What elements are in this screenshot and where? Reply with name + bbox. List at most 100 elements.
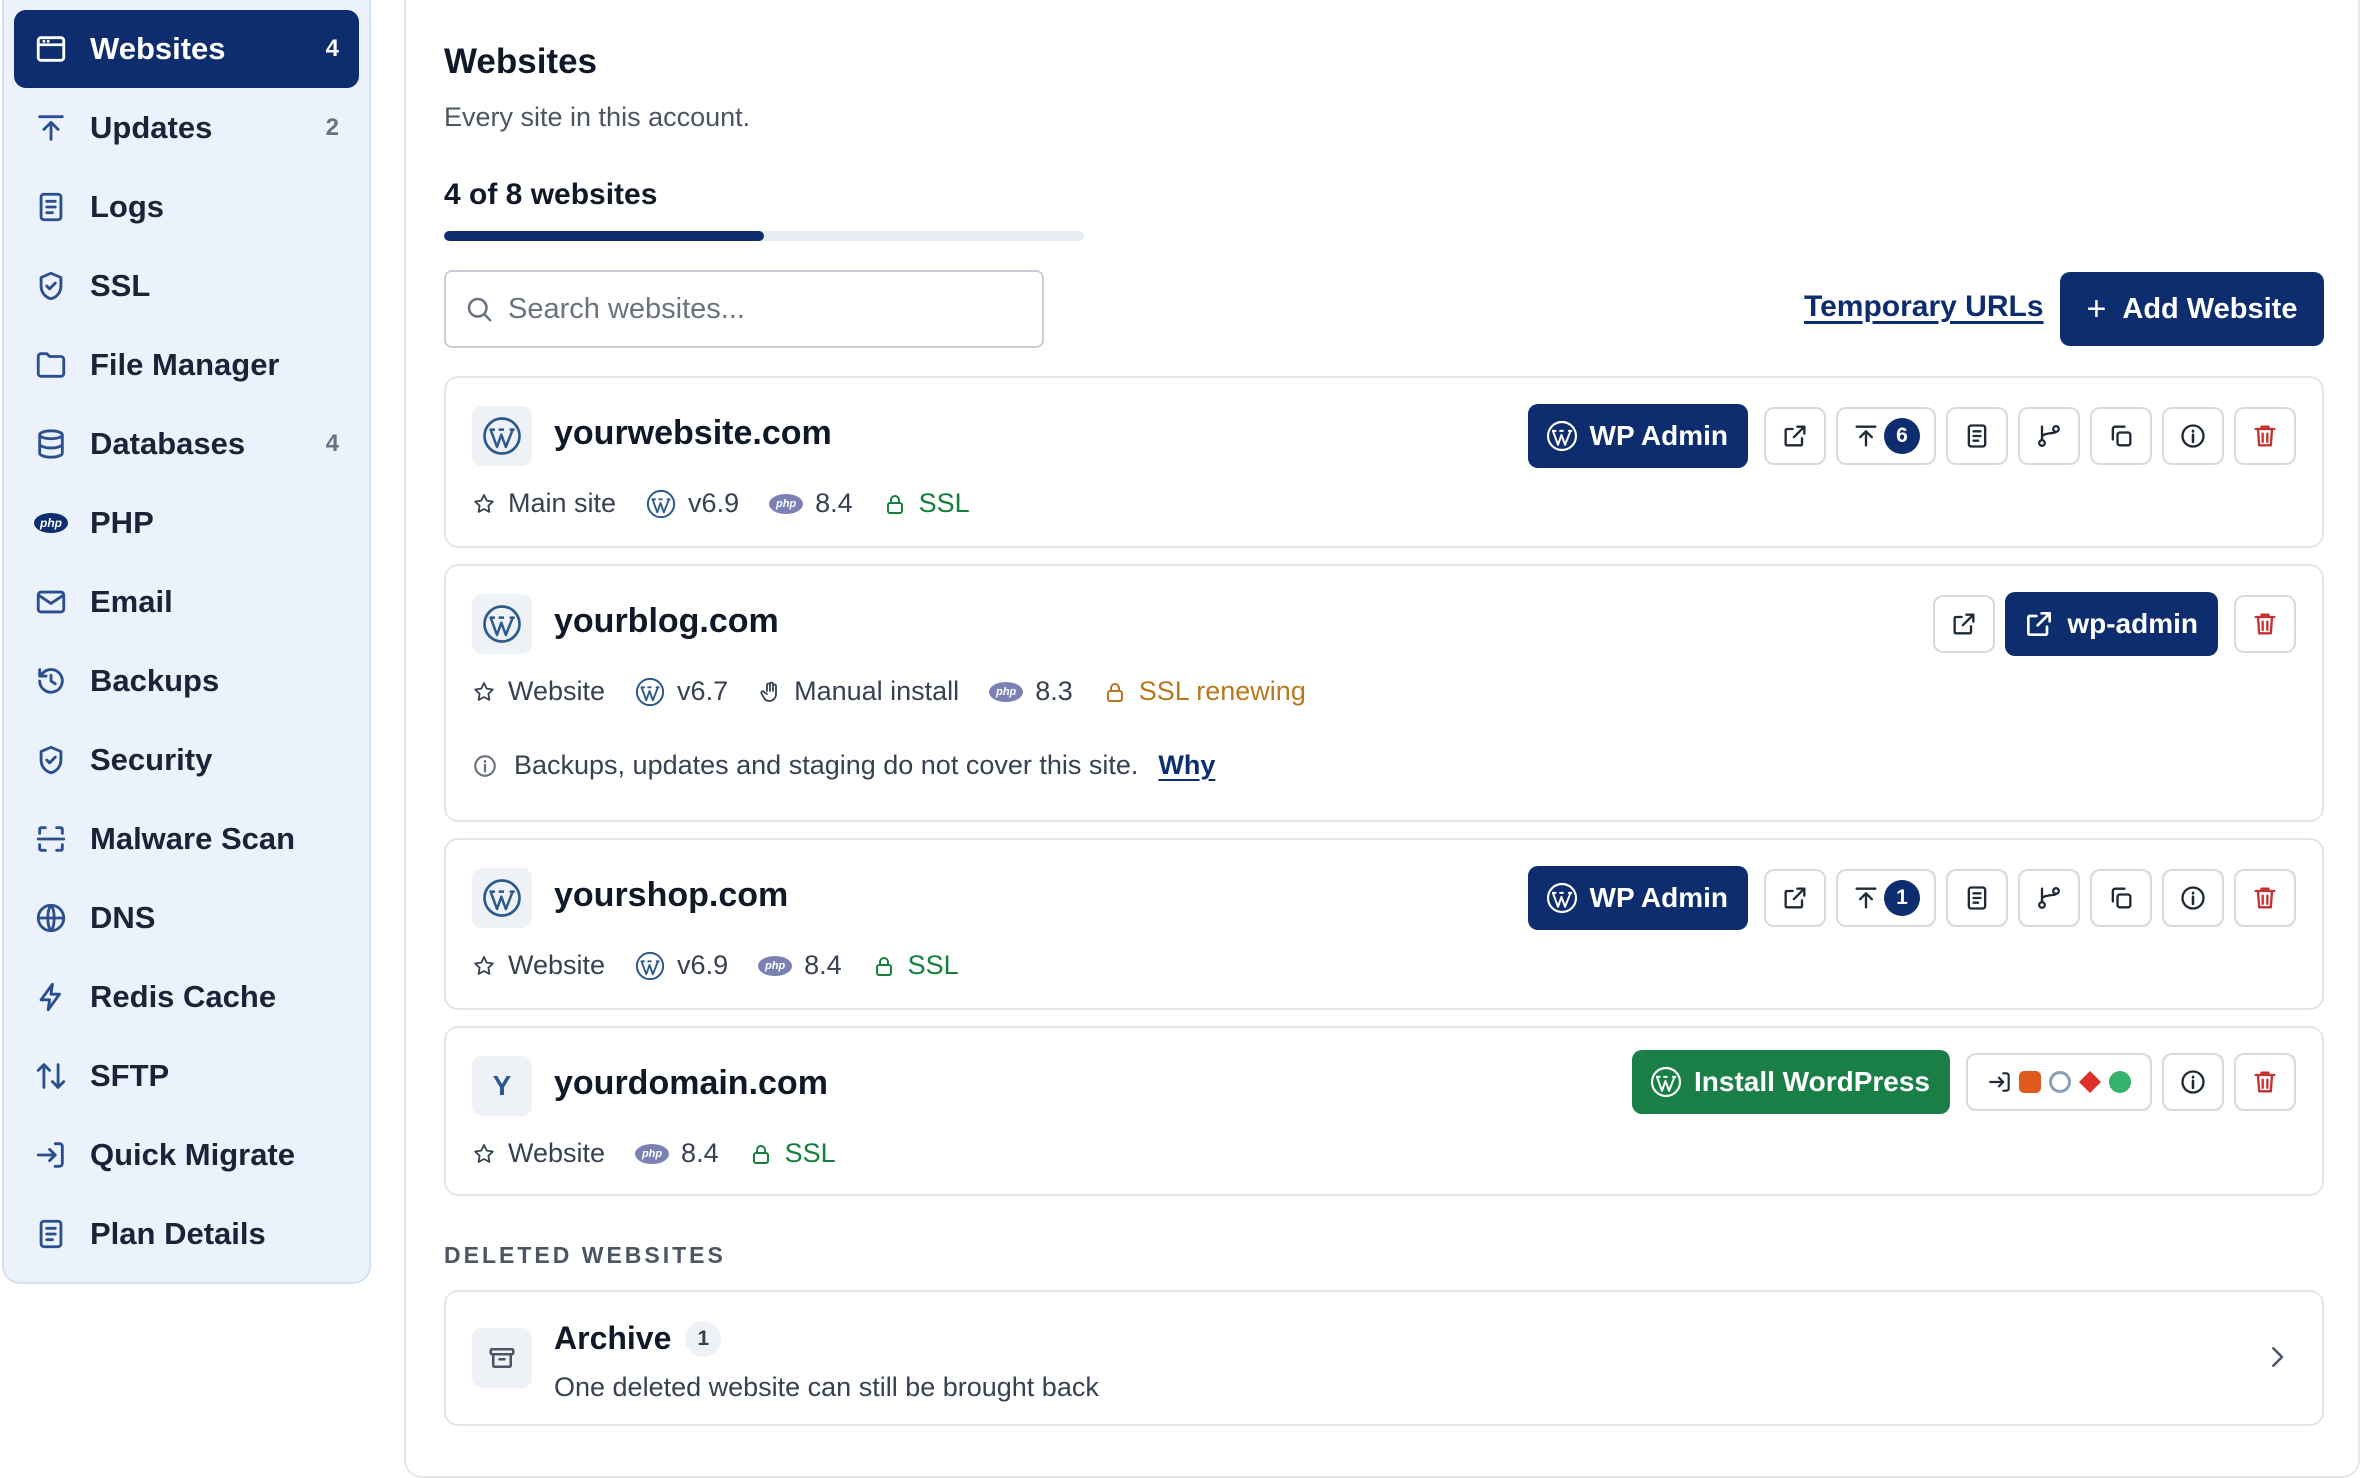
delete-button[interactable] xyxy=(2234,869,2296,927)
info-button[interactable] xyxy=(2162,869,2224,927)
folder-icon xyxy=(34,348,68,382)
wordpress-icon xyxy=(472,406,532,466)
sidebar-item-label: Security xyxy=(90,742,213,777)
site-meta: Website v6.7 Manual install php 8.3 SSL r… xyxy=(472,676,1336,707)
site-name[interactable]: yourwebsite.com xyxy=(554,414,832,453)
wp-admin-button[interactable]: WP Admin xyxy=(1527,866,1748,930)
temporary-urls-link[interactable]: Temporary URLs xyxy=(1804,290,2044,324)
site-name[interactable]: yourdomain.com xyxy=(554,1064,828,1103)
sidebar-item-ssl[interactable]: SSL xyxy=(14,247,359,325)
info-icon xyxy=(2179,1068,2207,1096)
migrate-apps-button[interactable] xyxy=(1966,1053,2152,1111)
info-button[interactable] xyxy=(2162,407,2224,465)
page-title: Websites xyxy=(444,42,598,81)
open-site-button[interactable] xyxy=(1764,407,1826,465)
sidebar-item-redis-cache[interactable]: Redis Cache xyxy=(14,958,359,1036)
site-name[interactable]: yourshop.com xyxy=(554,876,788,915)
site-name[interactable]: yourblog.com xyxy=(554,602,779,641)
coverage-notice: Backups, updates and staging do not cove… xyxy=(472,750,1215,781)
sidebar-item-websites[interactable]: Websites 4 xyxy=(14,10,359,88)
sidebar-item-plan-details[interactable]: Plan Details xyxy=(14,1195,359,1273)
wp-version-label: v6.7 xyxy=(677,676,729,706)
sidebar-item-sftp[interactable]: SFTP xyxy=(14,1037,359,1115)
sidebar: Websites 4 Updates 2 Logs SSL File Manag… xyxy=(2,0,371,1284)
archive-icon xyxy=(472,1328,532,1388)
lock-icon xyxy=(883,492,907,516)
updates-badge: 1 xyxy=(1884,880,1920,916)
delete-button[interactable] xyxy=(2234,595,2296,653)
php-version-label: 8.4 xyxy=(681,1138,719,1168)
sidebar-item-label: Redis Cache xyxy=(90,979,277,1014)
trash-icon xyxy=(2251,422,2279,450)
sidebar-item-php[interactable]: php PHP xyxy=(14,484,359,562)
add-website-button[interactable]: + Add Website xyxy=(2060,272,2324,346)
bolt-icon xyxy=(34,980,68,1014)
sidebar-item-quick-migrate[interactable]: Quick Migrate xyxy=(14,1116,359,1194)
delete-button[interactable] xyxy=(2234,1053,2296,1111)
deleted-websites-heading: DELETED WEBSITES xyxy=(444,1242,726,1268)
site-role-label: Website xyxy=(508,950,606,980)
wp-admin-button[interactable]: wp-admin xyxy=(2005,592,2218,656)
add-website-label: Add Website xyxy=(2122,292,2298,325)
sidebar-item-dns[interactable]: DNS xyxy=(14,879,359,957)
php-icon: php xyxy=(989,681,1024,702)
clone-button[interactable] xyxy=(2090,869,2152,927)
mail-icon xyxy=(34,585,68,619)
shield-check-icon xyxy=(34,269,68,303)
website-count: 4 of 8 websites xyxy=(444,178,658,211)
site-role: Main site xyxy=(472,488,616,519)
website-card: Y yourdomain.com Install WordPress Websi… xyxy=(444,1026,2324,1196)
trash-icon xyxy=(2251,1068,2279,1096)
sidebar-item-label: SSL xyxy=(90,268,151,303)
open-site-button[interactable] xyxy=(1933,595,1996,653)
info-icon xyxy=(2179,422,2207,450)
php-version: php 8.4 xyxy=(758,950,842,981)
file-icon xyxy=(1963,884,1991,912)
app-logo-icon xyxy=(2019,1071,2041,1093)
sidebar-item-file-manager[interactable]: File Manager xyxy=(14,326,359,404)
trash-icon xyxy=(2251,610,2279,638)
install-type: Manual install xyxy=(758,676,959,707)
logs-button[interactable] xyxy=(1946,407,2008,465)
ssl-label: SSL xyxy=(918,488,970,518)
sidebar-item-email[interactable]: Email xyxy=(14,563,359,641)
wp-admin-button[interactable]: WP Admin xyxy=(1527,404,1748,468)
clone-button[interactable] xyxy=(2090,407,2152,465)
updates-button[interactable]: 6 xyxy=(1836,407,1936,465)
sidebar-item-label: Quick Migrate xyxy=(90,1137,295,1172)
why-link[interactable]: Why xyxy=(1158,750,1215,781)
hand-icon xyxy=(758,680,782,704)
lock-icon xyxy=(749,1142,773,1166)
sidebar-item-databases[interactable]: Databases 4 xyxy=(14,405,359,483)
sidebar-item-label: SFTP xyxy=(90,1058,170,1093)
updates-button[interactable]: 1 xyxy=(1836,869,1936,927)
star-icon xyxy=(472,680,496,704)
branch-icon xyxy=(2035,422,2063,450)
wordpress-icon xyxy=(1650,1066,1682,1098)
sidebar-item-label: File Manager xyxy=(90,347,280,382)
info-button[interactable] xyxy=(2162,1053,2224,1111)
sidebar-item-malware-scan[interactable]: Malware Scan xyxy=(14,800,359,878)
wordpress-icon xyxy=(1546,420,1578,452)
staging-button[interactable] xyxy=(2018,407,2080,465)
site-role-label: Website xyxy=(508,676,606,706)
open-site-button[interactable] xyxy=(1764,869,1826,927)
install-wordpress-button[interactable]: Install WordPress xyxy=(1631,1050,1950,1114)
wordpress-icon xyxy=(635,951,665,981)
search-box[interactable] xyxy=(444,270,1044,348)
site-meta: Website v6.9 php 8.4 SSL xyxy=(472,950,989,981)
search-input[interactable] xyxy=(508,292,1028,326)
ssl-status: SSL renewing xyxy=(1103,676,1306,707)
archive-subtitle: One deleted website can still be brought… xyxy=(554,1372,1099,1402)
sidebar-item-logs[interactable]: Logs xyxy=(14,168,359,246)
staging-button[interactable] xyxy=(2018,869,2080,927)
logs-button[interactable] xyxy=(1946,869,2008,927)
delete-button[interactable] xyxy=(2234,407,2296,465)
sidebar-item-updates[interactable]: Updates 2 xyxy=(14,89,359,167)
php-version: php 8.4 xyxy=(769,488,853,519)
archive-card[interactable]: Archive 1 One deleted website can still … xyxy=(444,1290,2324,1426)
sidebar-item-label: Malware Scan xyxy=(90,821,296,856)
external-link-icon xyxy=(2023,608,2055,640)
sidebar-item-backups[interactable]: Backups xyxy=(14,642,359,720)
sidebar-item-security[interactable]: Security xyxy=(14,721,359,799)
